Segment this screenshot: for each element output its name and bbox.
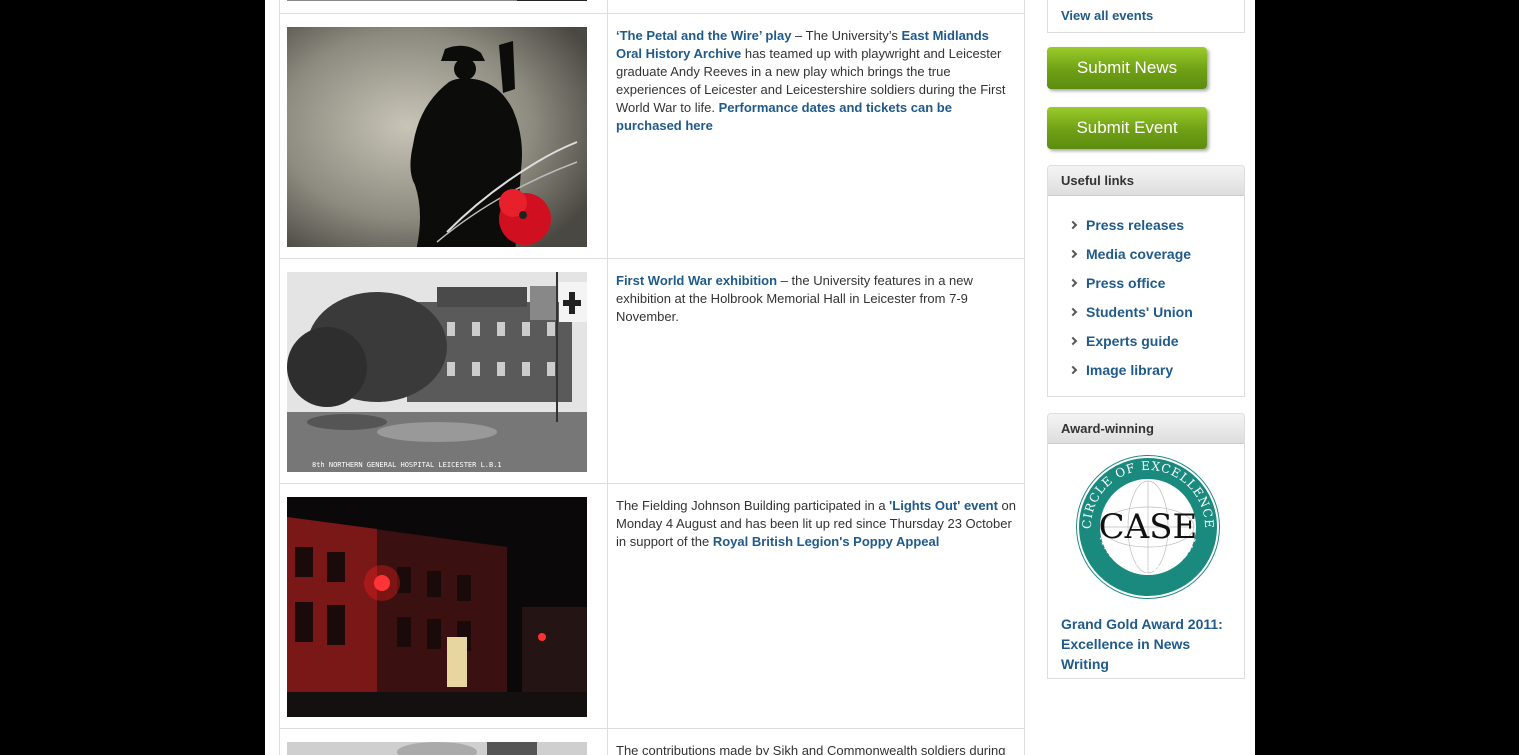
news-text: The Fielding Johnson Building participat… <box>608 484 1024 728</box>
sidebar: View all events Submit News Submit Event… <box>1047 0 1245 679</box>
news-text: ‘The Petal and the Wire’ play – The Univ… <box>608 14 1024 258</box>
useful-link-item: Press releases <box>1068 210 1244 239</box>
building-night-image[interactable] <box>287 497 587 717</box>
useful-link[interactable]: Experts guide <box>1086 333 1179 349</box>
events-box: View all events <box>1047 0 1245 33</box>
useful-link-item: Media coverage <box>1068 239 1244 268</box>
table-row: The contributions made by Sikh and Commo… <box>280 728 1024 755</box>
view-all-events-link[interactable]: View all events <box>1061 8 1153 23</box>
hospital-photo-caption: 8th NORTHERN GENERAL HOSPITAL LEICESTER … <box>312 461 502 469</box>
useful-link[interactable]: Image library <box>1086 362 1173 378</box>
news-body-text: – The University’s <box>791 28 902 43</box>
news-link[interactable]: 'Lights Out' event <box>889 498 998 513</box>
chevron-right-icon <box>1068 307 1078 316</box>
useful-link[interactable]: Students' Union <box>1086 304 1193 320</box>
news-body-text: The Fielding Johnson Building participat… <box>616 498 890 513</box>
chevron-right-icon <box>1068 336 1078 345</box>
table-row: ‘The Petal and the Wire’ play – The Univ… <box>280 13 1024 258</box>
news-body-text: The contributions made by Sikh and Commo… <box>616 743 1006 755</box>
sikh-soldiers-image[interactable] <box>287 742 587 755</box>
chevron-right-icon <box>1068 249 1078 258</box>
news-table: ‘The Petal and the Wire’ play – The Univ… <box>279 0 1025 755</box>
table-row: The Fielding Johnson Building participat… <box>280 483 1024 728</box>
chevron-right-icon <box>1068 365 1078 374</box>
case-award-logo[interactable]: CIRCLE OF EXCELLENCE AWARDS PROGRAM CASE <box>1073 452 1223 602</box>
award-panel: Award-winning CIRCLE OF EXCELLENCE AWARD… <box>1047 413 1245 679</box>
soldier-silhouette-image[interactable] <box>287 27 587 247</box>
useful-link[interactable]: Media coverage <box>1086 246 1191 262</box>
useful-link[interactable]: Press releases <box>1086 217 1184 233</box>
news-link[interactable]: Royal British Legion's Poppy Appeal <box>713 534 940 549</box>
submit-event-button[interactable]: Submit Event <box>1047 107 1207 149</box>
useful-links-title: Useful links <box>1048 166 1244 196</box>
chevron-right-icon <box>1068 278 1078 287</box>
news-link[interactable]: First World War exhibition <box>616 273 777 288</box>
news-image-partial[interactable] <box>287 0 587 1</box>
useful-link[interactable]: Press office <box>1086 275 1165 291</box>
useful-links-panel: Useful links Press releases Media coverag… <box>1047 165 1245 397</box>
hospital-photo-image[interactable]: 8th NORTHERN GENERAL HOSPITAL LEICESTER … <box>287 272 587 472</box>
news-link[interactable]: ‘The Petal and the Wire’ play <box>616 28 791 43</box>
award-title: Award-winning <box>1048 414 1244 444</box>
award-link[interactable]: Grand Gold Award 2011: Excellence in New… <box>1061 614 1231 674</box>
useful-link-item: Experts guide <box>1068 326 1244 355</box>
news-text: First World War exhibition – the Univers… <box>608 259 1024 483</box>
case-logo-text: CASE <box>1099 507 1198 547</box>
page: ‘The Petal and the Wire’ play – The Univ… <box>265 0 1255 755</box>
useful-links-list: Press releases Media coverage Press office… <box>1048 196 1244 396</box>
submit-news-button[interactable]: Submit News <box>1047 47 1207 89</box>
table-row <box>280 0 1024 13</box>
useful-link-item: Image library <box>1068 355 1244 384</box>
useful-link-item: Students' Union <box>1068 297 1244 326</box>
useful-link-item: Press office <box>1068 268 1244 297</box>
table-row: 8th NORTHERN GENERAL HOSPITAL LEICESTER … <box>280 258 1024 483</box>
news-text: The contributions made by Sikh and Commo… <box>608 729 1024 755</box>
chevron-right-icon <box>1068 220 1078 229</box>
